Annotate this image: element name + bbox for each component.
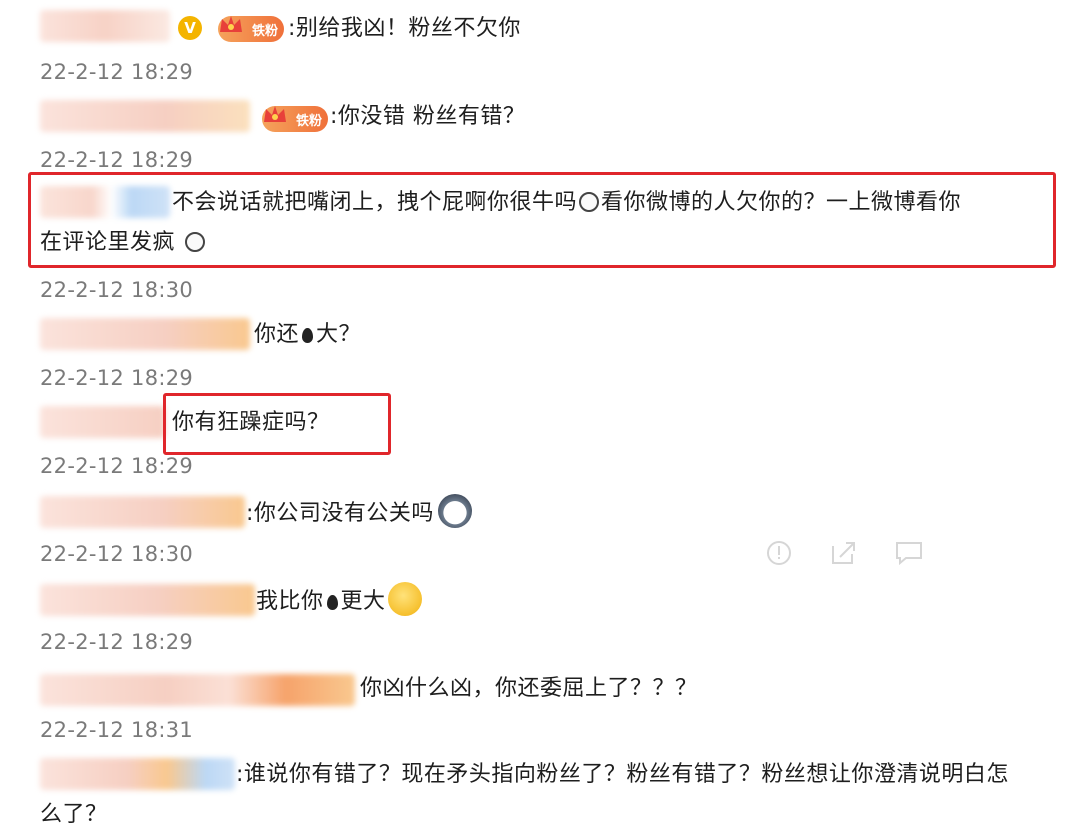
comment-text: 我比你 更大 xyxy=(256,582,422,619)
comment-time: 22-2-12 18:29 xyxy=(40,60,194,84)
report-icon[interactable] xyxy=(766,540,792,572)
comment-text: :你没错 粉丝有错？ xyxy=(330,104,526,129)
fan-badge: 铁粉 xyxy=(218,16,284,42)
comment-text-overflow: 在评论里发疯 xyxy=(40,226,207,260)
verified-badge-icon: V xyxy=(178,16,202,40)
crown-icon xyxy=(220,16,242,32)
blurred-username xyxy=(40,406,165,438)
comment-time: 22-2-12 18:29 xyxy=(40,148,194,172)
drop-icon xyxy=(326,595,338,610)
share-icon[interactable] xyxy=(830,540,858,572)
blurred-username xyxy=(40,10,170,42)
comment-text: 你有狂躁症吗？ xyxy=(172,410,330,435)
comment-text: 你还 大？ xyxy=(254,322,362,347)
emoji-icon xyxy=(184,232,205,252)
comment-text: 不会说话就把嘴闭上，拽个屁啊你很牛吗 看你微博的人欠你的？一上微博看你 xyxy=(172,190,962,215)
fan-badge: 铁粉 xyxy=(262,106,328,132)
blurred-username xyxy=(40,186,170,218)
panda-emoji-icon xyxy=(437,494,472,528)
comment-time: 22-2-12 18:31 xyxy=(40,718,194,742)
comment-time: 22-2-12 18:29 xyxy=(40,454,194,478)
emoji-icon xyxy=(579,192,600,212)
comment-text-continued: 看你微博的人欠你的？一上微博看你 xyxy=(601,190,962,215)
comment-time: 22-2-12 18:30 xyxy=(40,278,194,302)
blurred-username xyxy=(40,584,255,616)
comment-text: :别给我凶！粉丝不欠你 xyxy=(288,16,521,41)
fan-badge-label: 铁粉 xyxy=(295,113,322,129)
comment-text: 你凶什么凶，你还委屈上了？？？ xyxy=(360,676,698,701)
crown-icon xyxy=(264,106,286,122)
smile-emoji-icon xyxy=(387,582,422,616)
comment-time: 22-2-12 18:29 xyxy=(40,366,194,390)
drop-icon xyxy=(302,328,314,343)
comment-text: :你公司没有公关吗 xyxy=(246,494,472,531)
fan-badge-label: 铁粉 xyxy=(251,23,278,39)
blurred-username xyxy=(40,496,245,528)
comment-text-wrapped: 在评论里发疯 xyxy=(40,230,176,255)
blurred-username xyxy=(40,318,250,350)
blurred-username xyxy=(40,100,250,132)
blurred-username xyxy=(40,674,355,706)
comment-text: :谁说你有错了？现在矛头指向粉丝了？粉丝有错了？粉丝想让你澄清说明白怎么了？ xyxy=(40,762,1009,827)
comment-time: 22-2-12 18:29 xyxy=(40,630,194,654)
comment-icon[interactable] xyxy=(894,540,924,572)
comment-time: 22-2-12 18:30 xyxy=(40,542,194,566)
